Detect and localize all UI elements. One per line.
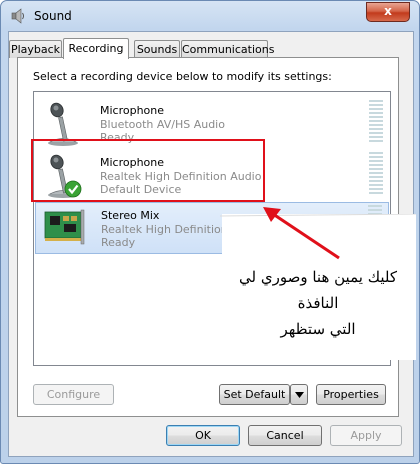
ok-button[interactable]: OK [166, 425, 240, 446]
annotation-arrow-icon [263, 207, 340, 260]
tab-sounds[interactable]: Sounds [134, 40, 180, 58]
device-status: Ready [101, 236, 136, 249]
apply-button[interactable]: Apply [330, 425, 402, 446]
speaker-icon [11, 8, 24, 24]
instruction-text: Select a recording device below to modif… [33, 70, 332, 83]
tab-recording[interactable]: Recording [63, 38, 129, 59]
device-name: Stereo Mix [101, 209, 160, 222]
window-title: Sound [34, 9, 72, 23]
annotation-text-line2: التي ستظهر [280, 320, 356, 338]
tab-playback[interactable]: Playback [9, 40, 62, 58]
close-button[interactable]: x [366, 2, 410, 22]
cancel-button[interactable]: Cancel [248, 425, 322, 446]
annotation-highlight-box [31, 139, 265, 202]
set-default-button[interactable]: Set Default [219, 384, 290, 405]
tab-communications[interactable]: Communications [181, 40, 274, 58]
device-driver: Bluetooth AV/HS Audio [100, 118, 225, 131]
annotation-text: كليك يمين هنا وصوري لي النافذة التي ستظه… [220, 264, 416, 342]
properties-button[interactable]: Properties [316, 384, 386, 405]
close-icon: x [384, 4, 392, 18]
set-default-dropdown-button[interactable] [290, 384, 308, 405]
level-meter [369, 100, 383, 144]
title-bar[interactable]: Sound x [1, 1, 419, 31]
level-meter [369, 152, 383, 196]
chevron-down-icon [294, 392, 304, 398]
annotation-text-line1: كليك يمين هنا وصوري لي النافذة [239, 268, 397, 312]
configure-button[interactable]: Configure [33, 384, 114, 405]
sound-card-icon [44, 209, 85, 245]
device-name: Microphone [100, 104, 165, 117]
